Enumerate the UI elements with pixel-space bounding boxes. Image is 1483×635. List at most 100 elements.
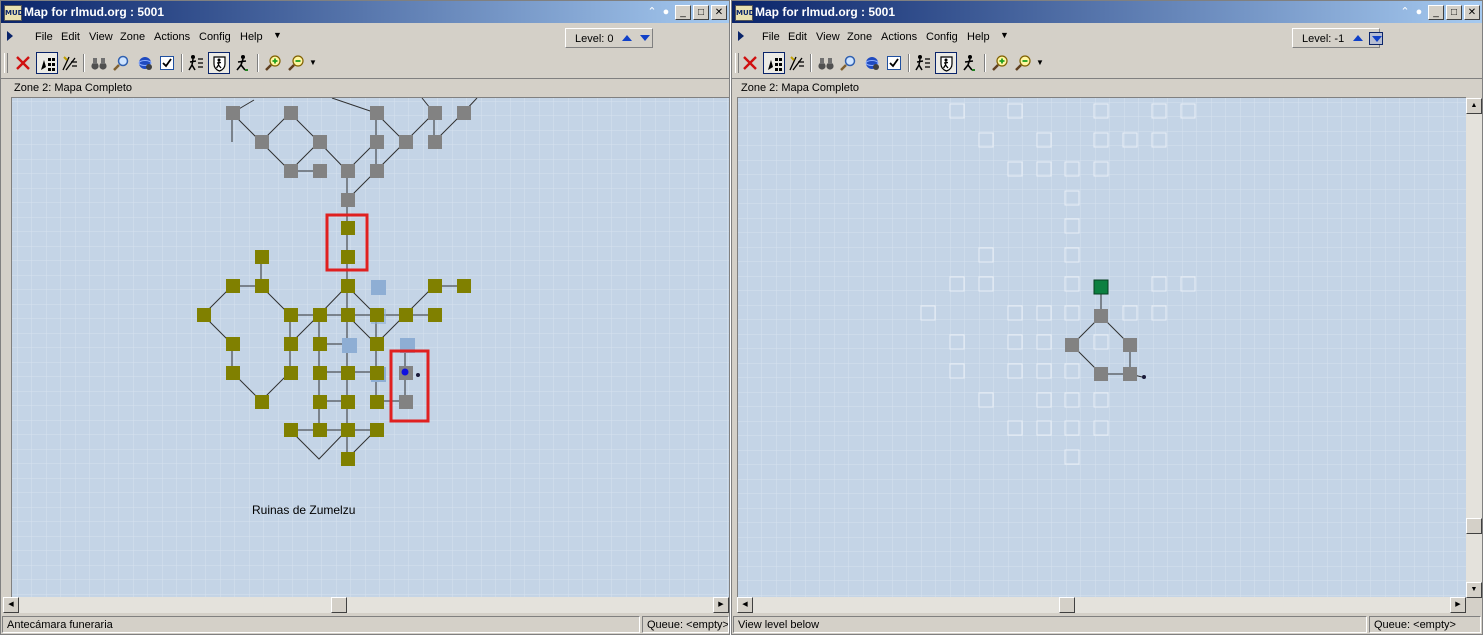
toolbar-separator xyxy=(810,54,812,72)
scroll-thumb[interactable] xyxy=(331,597,347,613)
vertical-scrollbar[interactable]: ▲ ▼ xyxy=(1466,98,1482,598)
title-bar[interactable]: MUD Map for rlmud.org : 5001 ⌃ ● _ □ ✕ xyxy=(1,1,729,23)
map-svg[interactable]: Ruinas de Zumelzu xyxy=(12,98,729,597)
map-canvas[interactable] xyxy=(737,97,1466,597)
runner-icon xyxy=(963,55,975,71)
minimize-button[interactable]: _ xyxy=(1428,5,1444,20)
locate-player-icon xyxy=(865,57,879,70)
roll-up-icon[interactable]: ⌃ xyxy=(1398,5,1412,19)
close-button[interactable]: ✕ xyxy=(1464,5,1480,20)
scroll-right-button[interactable]: ▶ xyxy=(713,597,729,613)
menu-view[interactable]: View xyxy=(816,31,840,43)
scroll-thumb[interactable] xyxy=(1466,518,1482,534)
close-button[interactable]: ✕ xyxy=(711,5,727,20)
menu-file[interactable]: File xyxy=(35,31,53,43)
runner-button[interactable] xyxy=(231,52,253,74)
find-room-button[interactable] xyxy=(88,52,110,74)
check-button[interactable] xyxy=(156,52,178,74)
menu-config[interactable]: Config xyxy=(199,31,231,43)
menu-overflow-icon[interactable]: ▼ xyxy=(1000,30,1009,40)
scroll-left-button[interactable]: ◀ xyxy=(3,597,19,613)
walk-button[interactable] xyxy=(185,52,207,74)
maximize-button[interactable]: □ xyxy=(1446,5,1462,20)
runner-button[interactable] xyxy=(958,52,980,74)
select-rooms-button[interactable] xyxy=(36,52,58,74)
zoom-in-button[interactable] xyxy=(262,52,284,74)
zoom-out-button[interactable] xyxy=(285,52,307,74)
menu-config[interactable]: Config xyxy=(926,31,958,43)
scroll-up-button[interactable]: ▲ xyxy=(1466,98,1482,114)
arrow-down-icon xyxy=(640,35,650,41)
level-down-button[interactable] xyxy=(638,32,652,45)
map-window-right: MUD Map for rlmud.org : 5001 ⌃ ● _ □ ✕ F… xyxy=(731,0,1483,635)
horizontal-scrollbar[interactable]: ◀ ▶ xyxy=(737,597,1466,613)
window-title: Map for rlmud.org : 5001 xyxy=(755,5,896,19)
title-bar[interactable]: MUD Map for rlmud.org : 5001 ⌃ ● _ □ ✕ xyxy=(732,1,1482,23)
level-up-button[interactable] xyxy=(620,32,634,45)
level-up-button[interactable] xyxy=(1351,32,1365,45)
arrow-down-icon xyxy=(1372,36,1382,42)
menu-zone[interactable]: Zone xyxy=(847,31,872,43)
menu-edit[interactable]: Edit xyxy=(61,31,80,43)
menu-view[interactable]: View xyxy=(89,31,113,43)
delete-button[interactable] xyxy=(12,52,34,74)
delete-button[interactable] xyxy=(739,52,761,74)
draw-exits-button[interactable] xyxy=(786,52,808,74)
scroll-left-button[interactable]: ◀ xyxy=(737,597,753,613)
level-control: Level: 0 xyxy=(565,28,653,48)
menu-help[interactable]: Help xyxy=(240,31,263,43)
select-rooms-icon xyxy=(768,58,782,71)
scroll-right-button[interactable]: ▶ xyxy=(1450,597,1466,613)
maximize-button[interactable]: □ xyxy=(693,5,709,20)
roll-up-icon[interactable]: ⌃ xyxy=(645,5,659,19)
scroll-thumb[interactable] xyxy=(1059,597,1075,613)
menu-file[interactable]: File xyxy=(762,31,780,43)
shield-walk-button[interactable] xyxy=(208,52,230,74)
toolbar-overflow-icon[interactable]: ▼ xyxy=(309,58,317,67)
toolbar-separator xyxy=(181,54,183,72)
locate-player-icon xyxy=(138,57,152,70)
menu-edit[interactable]: Edit xyxy=(788,31,807,43)
find-room-icon xyxy=(818,58,834,70)
minimize-button[interactable]: _ xyxy=(675,5,691,20)
menu-handle-icon[interactable] xyxy=(7,31,13,41)
map-canvas[interactable]: Ruinas de Zumelzu xyxy=(11,97,729,597)
zoom-in-button[interactable] xyxy=(989,52,1011,74)
toolbar-separator xyxy=(83,54,85,72)
pin-icon[interactable]: ● xyxy=(659,5,673,19)
menu-actions[interactable]: Actions xyxy=(154,31,190,43)
caption-buttons: ⌃ ● _ □ ✕ xyxy=(645,5,727,20)
walk-button[interactable] xyxy=(912,52,934,74)
menu-overflow-icon[interactable]: ▼ xyxy=(273,30,282,40)
scroll-down-button[interactable]: ▼ xyxy=(1466,582,1482,598)
menu-handle-icon[interactable] xyxy=(738,31,744,41)
horizontal-scrollbar[interactable]: ◀ ▶ xyxy=(3,597,729,613)
select-rooms-button[interactable] xyxy=(763,52,785,74)
menu-actions[interactable]: Actions xyxy=(881,31,917,43)
locate-player-button[interactable] xyxy=(134,52,156,74)
menu-help[interactable]: Help xyxy=(967,31,990,43)
zoom-in-icon xyxy=(992,55,1008,71)
magnify-button[interactable] xyxy=(837,52,859,74)
locate-player-button[interactable] xyxy=(861,52,883,74)
level-label: Level: -1 xyxy=(1302,33,1345,45)
mud-app-icon: MUD xyxy=(735,5,754,21)
map-svg[interactable] xyxy=(738,98,1466,597)
magnify-button[interactable] xyxy=(110,52,132,74)
menu-zone[interactable]: Zone xyxy=(120,31,145,43)
pin-icon[interactable]: ● xyxy=(1412,5,1426,19)
level-down-button[interactable] xyxy=(1369,32,1383,45)
toolbar-overflow-icon[interactable]: ▼ xyxy=(1036,58,1044,67)
delete-icon xyxy=(743,56,757,70)
draw-exits-button[interactable] xyxy=(59,52,81,74)
toolbar-separator xyxy=(257,54,259,72)
shield-walk-button[interactable] xyxy=(935,52,957,74)
toolbar-grip[interactable] xyxy=(4,53,8,73)
status-text: Antecámara funeraria xyxy=(2,616,640,633)
find-room-button[interactable] xyxy=(815,52,837,74)
zoom-out-button[interactable] xyxy=(1012,52,1034,74)
check-button[interactable] xyxy=(883,52,905,74)
toolbar: ▼ xyxy=(732,50,1482,76)
arrow-up-icon xyxy=(1353,35,1363,41)
window-title: Map for rlmud.org : 5001 xyxy=(24,5,165,19)
